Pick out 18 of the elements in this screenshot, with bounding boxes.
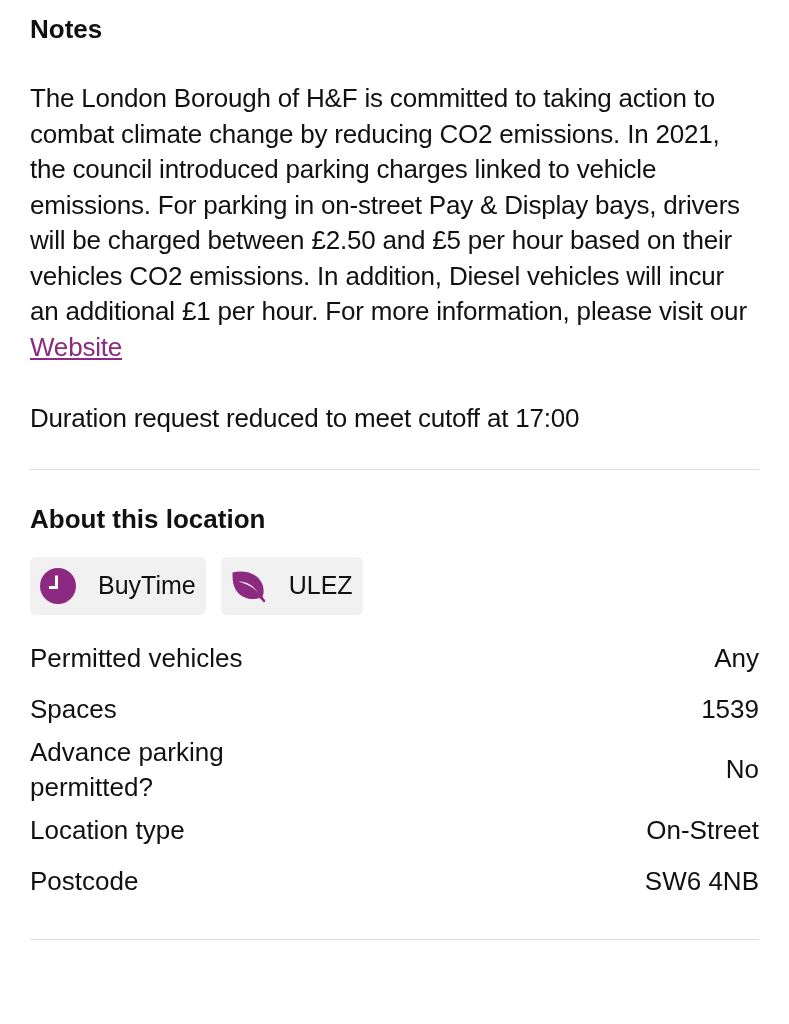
website-link[interactable]: Website [30, 331, 123, 362]
notes-paragraph: The London Borough of H&F is committed to taking action to combat climate change by reducing CO2 emissions. In 2021, the council introduced parking charges linked to vehicle emissions. For parking in on-street Pay & Display bays, drivers will be charged between £2.50 and £5 per hour based on their vehicles CO2 emissions. In addition, Diesel vehicles will incur an additional £1 per hour. For more information, please visit our Website [30, 82, 748, 364]
detail-label: Postcode [30, 864, 139, 898]
detail-value: On-Street [646, 814, 759, 846]
detail-value: Any [714, 642, 759, 674]
feature-chip: BuyTime [30, 556, 206, 615]
detail-label: Location type [30, 813, 185, 847]
detail-value: SW6 4NB [644, 865, 759, 897]
detail-label: Advance parking permitted? [30, 735, 225, 804]
detail-value: No [725, 754, 759, 785]
feature-chip: ULEZ [220, 556, 363, 615]
duration-note: Duration request reduced to meet cutoff at 17:00 [30, 402, 581, 435]
detail-label: Spaces [30, 692, 117, 726]
detail-value: 1539 [701, 693, 759, 725]
section-title: Notes [30, 14, 104, 45]
clock-icon [40, 567, 76, 604]
detail-label: Permitted vehicles [30, 641, 243, 675]
section-title: About this location [30, 503, 267, 535]
